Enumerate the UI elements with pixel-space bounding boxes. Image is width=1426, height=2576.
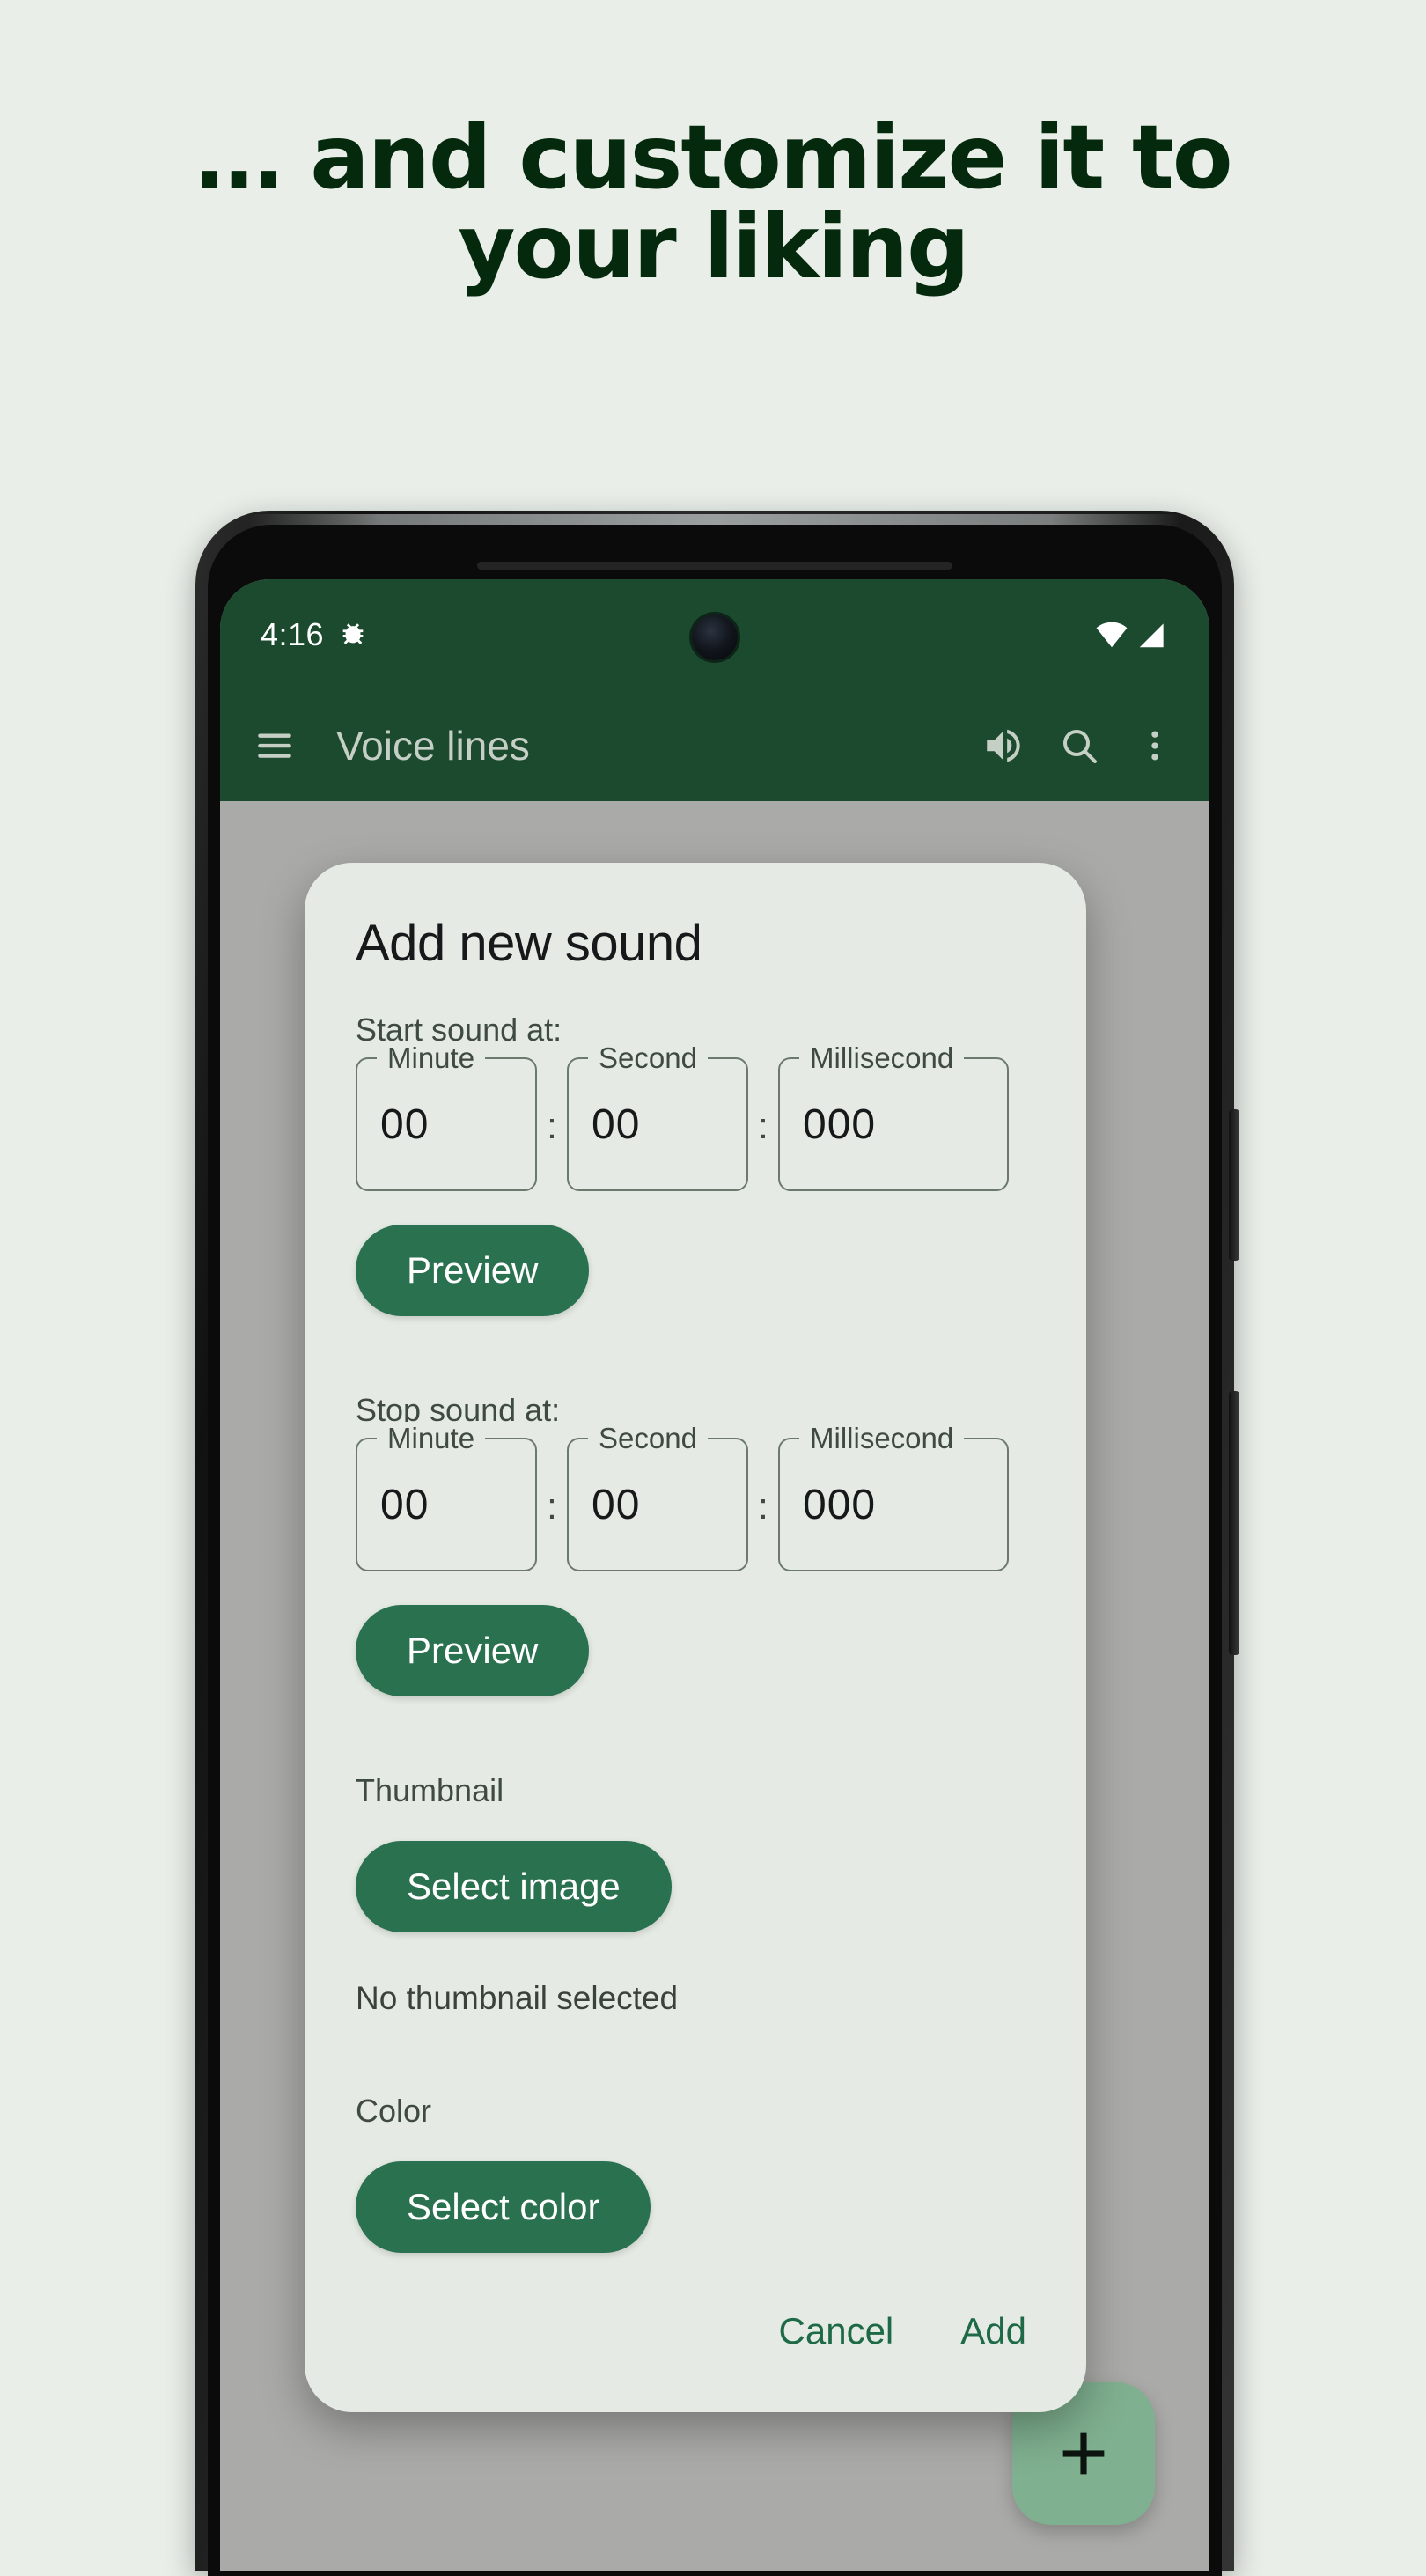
screen-content-area: Add new sound Start sound at: Minute 00 … (220, 801, 1209, 2571)
app-bar: Voice lines (220, 690, 1209, 801)
volume-rocker-button[interactable] (1229, 1391, 1239, 1655)
stop-second-value: 00 (592, 1481, 641, 1528)
front-camera-punch-hole (692, 615, 738, 660)
wifi-icon (1095, 618, 1128, 651)
dialog-title: Add new sound (356, 915, 702, 972)
hamburger-menu-icon[interactable] (250, 721, 299, 770)
signal-icon (1136, 618, 1169, 651)
cancel-button[interactable]: Cancel (770, 2305, 903, 2358)
status-bar-right (1095, 618, 1169, 651)
start-separator-2: : (758, 1105, 768, 1146)
start-second-label: Second (588, 1041, 708, 1075)
status-bar: 4:16 (220, 579, 1209, 690)
thumbnail-status-text: No thumbnail selected (356, 1980, 679, 2016)
start-minute-label: Minute (377, 1041, 486, 1075)
stop-time-row: Minute 00 : Second 00 : Millisecond 000 (356, 1422, 1035, 1571)
page-title: … and customize it to your liking (195, 106, 1232, 298)
start-separator-1: : (547, 1105, 557, 1146)
stop-preview-button[interactable]: Preview (356, 1605, 590, 1696)
volume-up-icon[interactable] (979, 721, 1028, 770)
color-label: Color (356, 2093, 432, 2129)
bug-icon (338, 620, 368, 650)
start-preview-button[interactable]: Preview (356, 1225, 590, 1316)
add-button[interactable]: Add (952, 2305, 1035, 2358)
more-vertical-icon[interactable] (1130, 721, 1180, 770)
start-millisecond-label: Millisecond (799, 1041, 965, 1075)
phone-device-mockup: 4:16 Voice lines Add new sound Start sou… (195, 511, 1239, 2576)
start-time-row: Minute 00 : Second 00 : Millisecond 000 (356, 1041, 1035, 1191)
phone-screen: 4:16 Voice lines Add new sound Start sou… (220, 579, 1209, 2571)
start-minute-value: 00 (380, 1100, 430, 1148)
stop-second-field[interactable]: Second 00 (567, 1422, 748, 1571)
add-new-sound-dialog: Add new sound Start sound at: Minute 00 … (305, 863, 1086, 2412)
stop-minute-label: Minute (377, 1422, 486, 1455)
start-second-field[interactable]: Second 00 (567, 1041, 748, 1191)
stop-separator-1: : (547, 1485, 557, 1527)
stop-minute-field[interactable]: Minute 00 (356, 1422, 537, 1571)
stop-separator-2: : (758, 1485, 768, 1527)
thumbnail-label: Thumbnail (356, 1772, 504, 1808)
start-second-value: 00 (592, 1100, 641, 1148)
status-bar-left: 4:16 (261, 616, 368, 653)
select-color-button[interactable]: Select color (356, 2161, 651, 2253)
dialog-action-row: Cancel Add (770, 2305, 1035, 2358)
start-minute-field[interactable]: Minute 00 (356, 1041, 537, 1191)
plus-icon (1055, 2425, 1113, 2483)
start-millisecond-value: 000 (803, 1100, 877, 1148)
select-image-button[interactable]: Select image (356, 1841, 672, 1932)
earpiece-speaker (477, 562, 952, 570)
power-button[interactable] (1229, 1109, 1239, 1261)
status-bar-clock: 4:16 (261, 616, 325, 652)
stop-second-label: Second (588, 1422, 708, 1455)
stop-millisecond-field[interactable]: Millisecond 000 (778, 1422, 1009, 1571)
app-bar-title: Voice lines (336, 723, 530, 769)
stop-minute-value: 00 (380, 1481, 430, 1528)
stop-millisecond-value: 000 (803, 1481, 877, 1528)
search-icon[interactable] (1055, 721, 1104, 770)
start-millisecond-field[interactable]: Millisecond 000 (778, 1041, 1009, 1191)
stop-millisecond-label: Millisecond (799, 1422, 965, 1455)
